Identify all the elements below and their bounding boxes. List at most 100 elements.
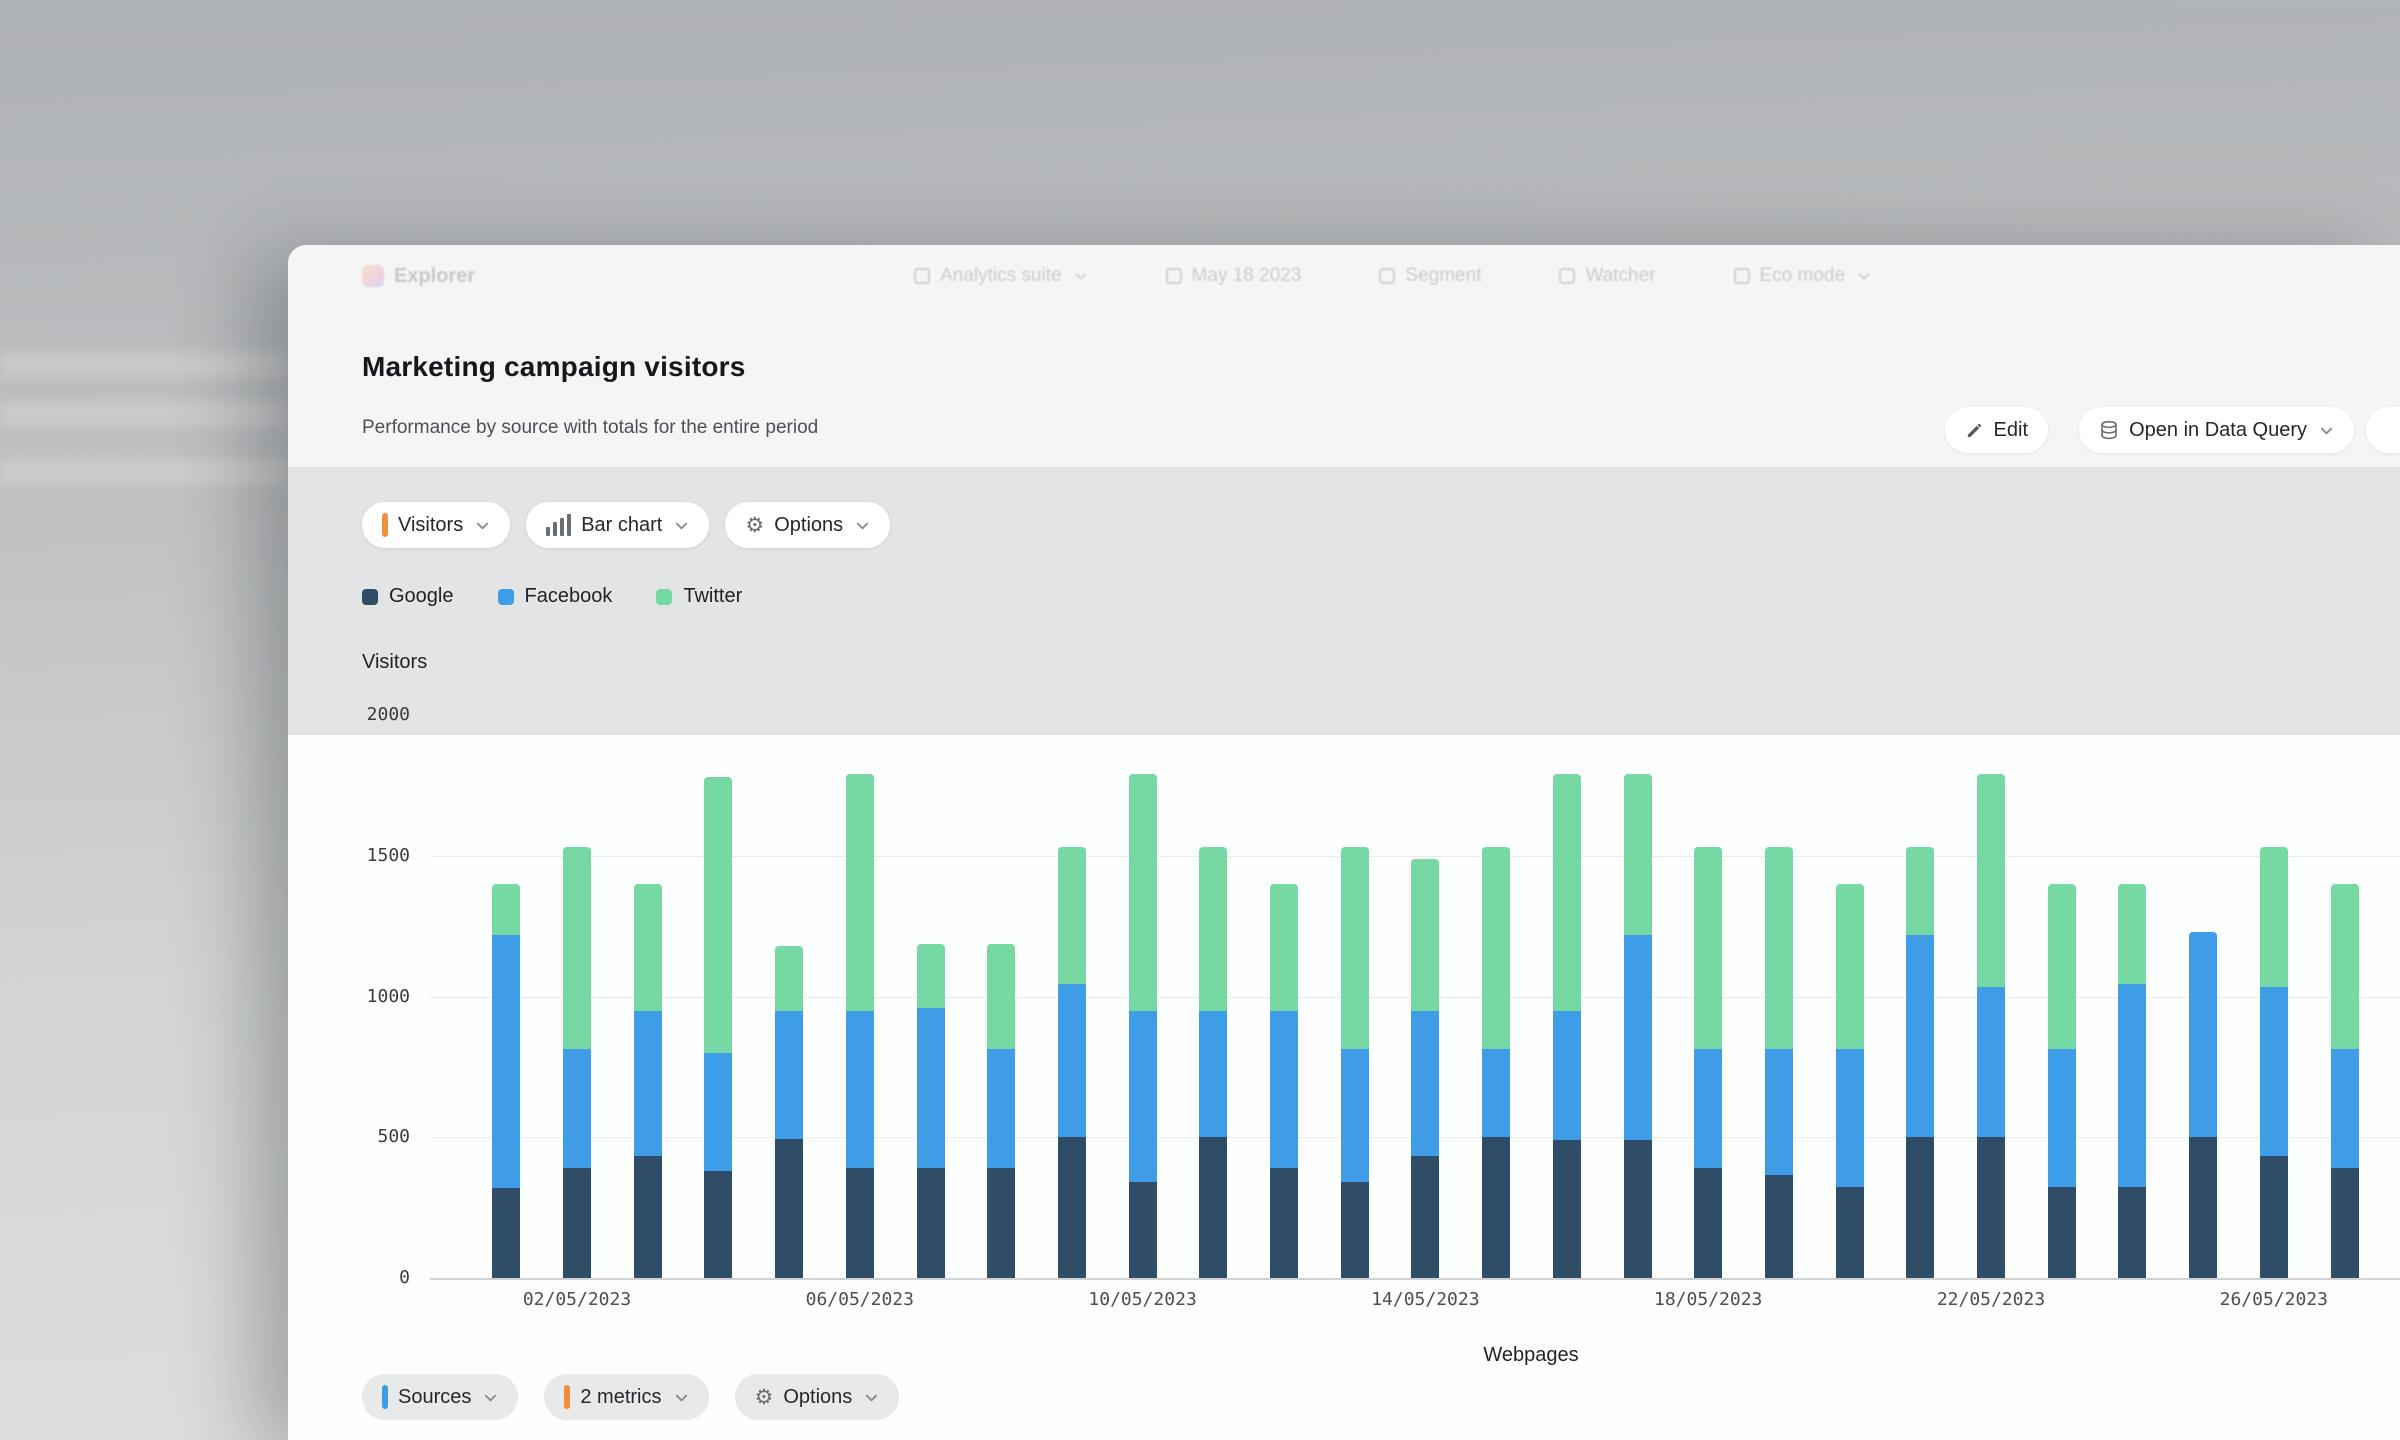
bar-segment-facebook: [563, 1049, 591, 1169]
segment-icon: [1379, 268, 1395, 284]
options-label: Options: [774, 514, 843, 537]
chevron-down-icon: [674, 518, 689, 533]
options-dropdown-bottom[interactable]: ⚙ Options: [735, 1374, 900, 1420]
bar-segment-google: [775, 1139, 803, 1278]
chart-bar[interactable]: [563, 847, 591, 1278]
chart-bar[interactable]: [1553, 774, 1581, 1278]
bar-segment-facebook: [2118, 984, 2146, 1187]
bar-segment-twitter: [1129, 774, 1157, 1010]
bar-segment-facebook: [775, 1011, 803, 1139]
bar-segment-google: [2260, 1156, 2288, 1278]
dimension-dropdown-label: Sources: [398, 1386, 471, 1409]
chart-bar[interactable]: [775, 946, 803, 1278]
nav-item-label: Watcher: [1585, 265, 1655, 287]
chart-bar[interactable]: [634, 884, 662, 1278]
bar-segment-twitter: [2260, 847, 2288, 986]
chart-bar[interactable]: [1624, 774, 1652, 1278]
chart-bar[interactable]: [987, 944, 1015, 1278]
chart-bar[interactable]: [2048, 884, 2076, 1278]
edit-button[interactable]: Edit: [1945, 407, 2048, 453]
metric-dropdown-label: Visitors: [398, 514, 463, 537]
bar-segment-google: [846, 1168, 874, 1278]
bar-segment-facebook: [846, 1011, 874, 1169]
bar-segment-twitter: [492, 884, 520, 935]
chart-bar[interactable]: [2189, 932, 2217, 1278]
bar-segment-twitter: [1624, 774, 1652, 934]
bar-segment-twitter: [2048, 884, 2076, 1049]
chart-bar[interactable]: [1694, 847, 1722, 1278]
eye-icon: [1559, 268, 1575, 284]
bar-segment-twitter: [1765, 847, 1793, 1048]
bar-segment-twitter: [1058, 847, 1086, 984]
brand-name: Explorer: [394, 265, 475, 288]
metric-dropdown[interactable]: Visitors: [362, 502, 510, 548]
chart-bar[interactable]: [1129, 774, 1157, 1278]
bar-segment-google: [2118, 1187, 2146, 1278]
clipped-edge-button[interactable]: [2366, 407, 2400, 453]
chart-controls-top: Visitors Bar chart ⚙ Options: [362, 502, 890, 548]
dimension-dropdown[interactable]: Sources: [362, 1374, 518, 1420]
bar-segment-twitter: [1270, 884, 1298, 1011]
bar-segment-google: [704, 1171, 732, 1278]
bar-segment-facebook: [2331, 1049, 2359, 1169]
legend-item-twitter[interactable]: Twitter: [656, 585, 742, 608]
chart-bar[interactable]: [1270, 884, 1298, 1278]
options-dropdown-top[interactable]: ⚙ Options: [725, 502, 890, 548]
bar-segment-google: [987, 1168, 1015, 1278]
chart-bar[interactable]: [2118, 884, 2146, 1278]
bar-segment-facebook: [1553, 1011, 1581, 1140]
legend-label: Google: [389, 585, 454, 608]
bar-segment-facebook: [1411, 1011, 1439, 1156]
bar-segment-facebook: [917, 1008, 945, 1168]
chart-bar[interactable]: [1411, 859, 1439, 1278]
bar-segment-google: [1624, 1140, 1652, 1278]
nav-item-watcher: Watcher: [1559, 265, 1655, 287]
bar-segment-facebook: [1765, 1049, 1793, 1176]
nav-item-label: Analytics suite: [940, 265, 1061, 287]
chart-bar[interactable]: [492, 884, 520, 1278]
legend-label: Facebook: [525, 585, 613, 608]
metrics-dropdown[interactable]: 2 metrics: [544, 1374, 708, 1420]
open-in-data-query-button[interactable]: Open in Data Query: [2079, 407, 2354, 453]
chart-bar[interactable]: [1199, 847, 1227, 1278]
bar-segment-facebook: [634, 1011, 662, 1156]
bar-segment-twitter: [987, 944, 1015, 1048]
metrics-dropdown-label: 2 metrics: [580, 1386, 661, 1409]
chart-bar[interactable]: [1765, 847, 1793, 1278]
chart-type-dropdown[interactable]: Bar chart: [526, 502, 709, 548]
bar-segment-facebook: [1624, 935, 1652, 1140]
edit-button-label: Edit: [1994, 419, 2028, 442]
bar-segment-facebook: [1129, 1011, 1157, 1183]
bar-segment-facebook: [492, 935, 520, 1188]
chevron-down-icon: [1857, 269, 1871, 283]
bar-segment-twitter: [704, 777, 732, 1053]
legend-item-google[interactable]: Google: [362, 585, 454, 608]
metric-bar-icon: [382, 513, 388, 537]
chevron-down-icon: [475, 518, 490, 533]
bar-segment-google: [1906, 1137, 1934, 1278]
chart-bar[interactable]: [1058, 847, 1086, 1278]
top-navbar: Explorer Analytics suite May 18 2023 Seg…: [288, 245, 2400, 307]
chevron-down-icon: [1074, 269, 1088, 283]
chart-bar[interactable]: [1482, 847, 1510, 1278]
bar-segment-google: [1411, 1156, 1439, 1278]
chart-bar[interactable]: [1836, 884, 1864, 1278]
legend-item-facebook[interactable]: Facebook: [498, 585, 613, 608]
bar-segment-facebook: [1199, 1011, 1227, 1138]
chart-bar[interactable]: [1977, 774, 2005, 1278]
chart-bar[interactable]: [2260, 847, 2288, 1278]
chart-bar[interactable]: [1906, 847, 1934, 1278]
chart-bar[interactable]: [846, 774, 874, 1278]
chart-bar[interactable]: [1341, 847, 1369, 1278]
bar-segment-twitter: [2118, 884, 2146, 984]
bar-segment-google: [1977, 1137, 2005, 1278]
chart-bar[interactable]: [917, 944, 945, 1278]
bar-segment-twitter: [2331, 884, 2359, 1049]
bar-segment-twitter: [634, 884, 662, 1011]
chart-bar[interactable]: [2331, 884, 2359, 1278]
bar-segment-google: [563, 1168, 591, 1278]
legend: Google Facebook Twitter: [362, 585, 742, 608]
chart-bar[interactable]: [704, 777, 732, 1278]
analytics-window: 0500100015002000 02/05/202306/05/202310/…: [288, 245, 2400, 1440]
nav-item-label: Segment: [1405, 265, 1481, 287]
